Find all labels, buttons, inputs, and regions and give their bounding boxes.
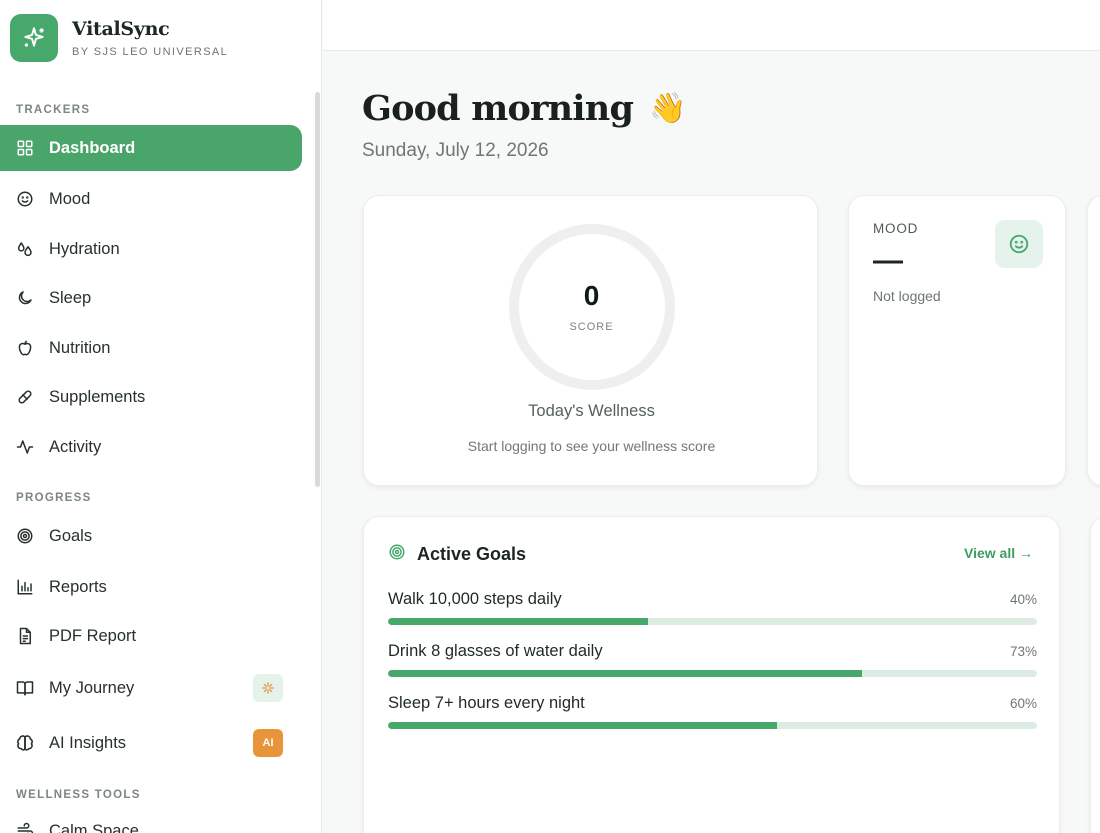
sidebar-item-goals[interactable]: Goals xyxy=(0,513,302,559)
side-card-partial xyxy=(1090,516,1100,833)
sidebar-item-label: Mood xyxy=(49,189,91,208)
mood-value: — xyxy=(873,244,903,277)
sidebar-item-label: Calm Space xyxy=(49,821,139,833)
goal-progress-fill xyxy=(388,670,862,677)
goal-name: Sleep 7+ hours every night xyxy=(388,694,585,712)
sidebar-item-pdf-report[interactable]: PDF Report xyxy=(0,613,302,659)
section-label-trackers: TRACKERS xyxy=(16,104,91,116)
app-subtitle: BY SJS LEO UNIVERSAL xyxy=(72,46,229,58)
goal-progress-bar xyxy=(388,722,1037,729)
sidebar-item-calm-space[interactable]: Calm Space xyxy=(0,808,302,833)
sparkle-icon xyxy=(10,14,58,62)
moon-icon xyxy=(15,288,35,308)
sidebar-item-ai-insights[interactable]: AI Insights AI xyxy=(0,720,302,766)
sidebar-item-sleep[interactable]: Sleep xyxy=(0,275,302,321)
sidebar-item-label: AI Insights xyxy=(49,733,127,752)
sidebar-item-mood[interactable]: Mood xyxy=(0,176,302,222)
smile-icon xyxy=(15,189,35,209)
wellness-title: Today's Wellness xyxy=(528,402,655,420)
brand[interactable]: VitalSync BY SJS LEO UNIVERSAL xyxy=(10,14,228,62)
sidebar-item-label: Goals xyxy=(49,526,93,545)
goal-name: Drink 8 glasses of water daily xyxy=(388,642,603,660)
target-icon xyxy=(388,543,406,566)
mood-label: MOOD xyxy=(873,221,919,236)
goal-progress-fill xyxy=(388,618,648,625)
smile-icon xyxy=(995,220,1043,268)
apple-icon xyxy=(15,338,35,358)
sidebar-item-label: Nutrition xyxy=(49,338,111,357)
sidebar-item-label: PDF Report xyxy=(49,626,137,645)
goal-item[interactable]: Walk 10,000 steps daily 40% xyxy=(388,590,1037,625)
sidebar-item-label: Sleep xyxy=(49,288,92,307)
section-label-progress: PROGRESS xyxy=(16,492,92,504)
file-icon xyxy=(15,626,35,646)
wellness-score-card: 0 SCORE Today's Wellness Start logging t… xyxy=(363,195,818,486)
sidebar-item-activity[interactable]: Activity xyxy=(0,424,302,470)
activity-icon xyxy=(15,437,35,457)
sidebar-item-label: My Journey xyxy=(49,678,135,697)
sidebar-item-hydration[interactable]: Hydration xyxy=(0,226,302,272)
goals-title: Active Goals xyxy=(417,544,527,564)
sidebar-item-label: Reports xyxy=(49,577,107,596)
droplets-icon xyxy=(15,239,35,259)
sidebar-item-nutrition[interactable]: Nutrition xyxy=(0,325,302,371)
goal-progress-fill xyxy=(388,722,778,729)
sidebar-item-my-journey[interactable]: My Journey xyxy=(0,665,302,711)
grid-icon xyxy=(15,138,35,158)
goal-progress-bar xyxy=(388,618,1037,625)
sidebar-item-dashboard[interactable]: Dashboard xyxy=(0,125,302,171)
goal-percent: 73% xyxy=(1009,644,1037,659)
waving-hand-icon: 👋 xyxy=(649,91,686,126)
goal-item[interactable]: Sleep 7+ hours every night 60% xyxy=(388,694,1037,729)
summary-card-partial xyxy=(1087,195,1100,486)
sidebar-item-label: Hydration xyxy=(49,239,120,258)
section-label-wellness-tools: WELLNESS TOOLS xyxy=(16,789,141,801)
top-bar xyxy=(323,0,1100,51)
mood-card[interactable]: MOOD — Not logged xyxy=(848,195,1066,486)
wind-icon xyxy=(15,821,35,833)
ai-badge: AI xyxy=(253,729,283,757)
goal-percent: 60% xyxy=(1009,696,1037,711)
wellness-hint: Start logging to see your wellness score xyxy=(467,438,716,454)
bar-chart-icon xyxy=(15,577,35,597)
sidebar-scrollbar[interactable] xyxy=(315,92,320,487)
score-label: SCORE xyxy=(569,321,614,333)
sidebar-item-label: Activity xyxy=(49,437,102,456)
goal-item[interactable]: Drink 8 glasses of water daily 73% xyxy=(388,642,1037,677)
page-title: Good morning 👋 xyxy=(362,88,686,129)
app-name: VitalSync xyxy=(72,18,170,40)
book-icon xyxy=(15,678,35,698)
sparkle-badge-icon xyxy=(253,674,283,702)
active-goals-card: Active Goals View all → Walk 10,000 step… xyxy=(363,516,1060,833)
goal-progress-bar xyxy=(388,670,1037,677)
goal-percent: 40% xyxy=(1009,592,1037,607)
sidebar-item-label: Supplements xyxy=(49,387,146,406)
sidebar-item-supplements[interactable]: Supplements xyxy=(0,374,302,420)
pill-icon xyxy=(15,387,35,407)
sidebar-item-reports[interactable]: Reports xyxy=(0,564,302,610)
target-icon xyxy=(15,526,35,546)
mood-status: Not logged xyxy=(873,288,941,304)
sidebar-item-label: Dashboard xyxy=(49,138,136,157)
brain-icon xyxy=(15,733,35,753)
greeting-text: Good morning xyxy=(362,88,634,129)
score-value: 0 xyxy=(583,280,600,311)
view-all-goals-link[interactable]: View all → xyxy=(964,545,1033,561)
sidebar: VitalSync BY SJS LEO UNIVERSAL TRACKERS … xyxy=(0,0,322,833)
goal-name: Walk 10,000 steps daily xyxy=(388,590,562,608)
current-date: Sunday, July 12, 2026 xyxy=(362,140,549,161)
